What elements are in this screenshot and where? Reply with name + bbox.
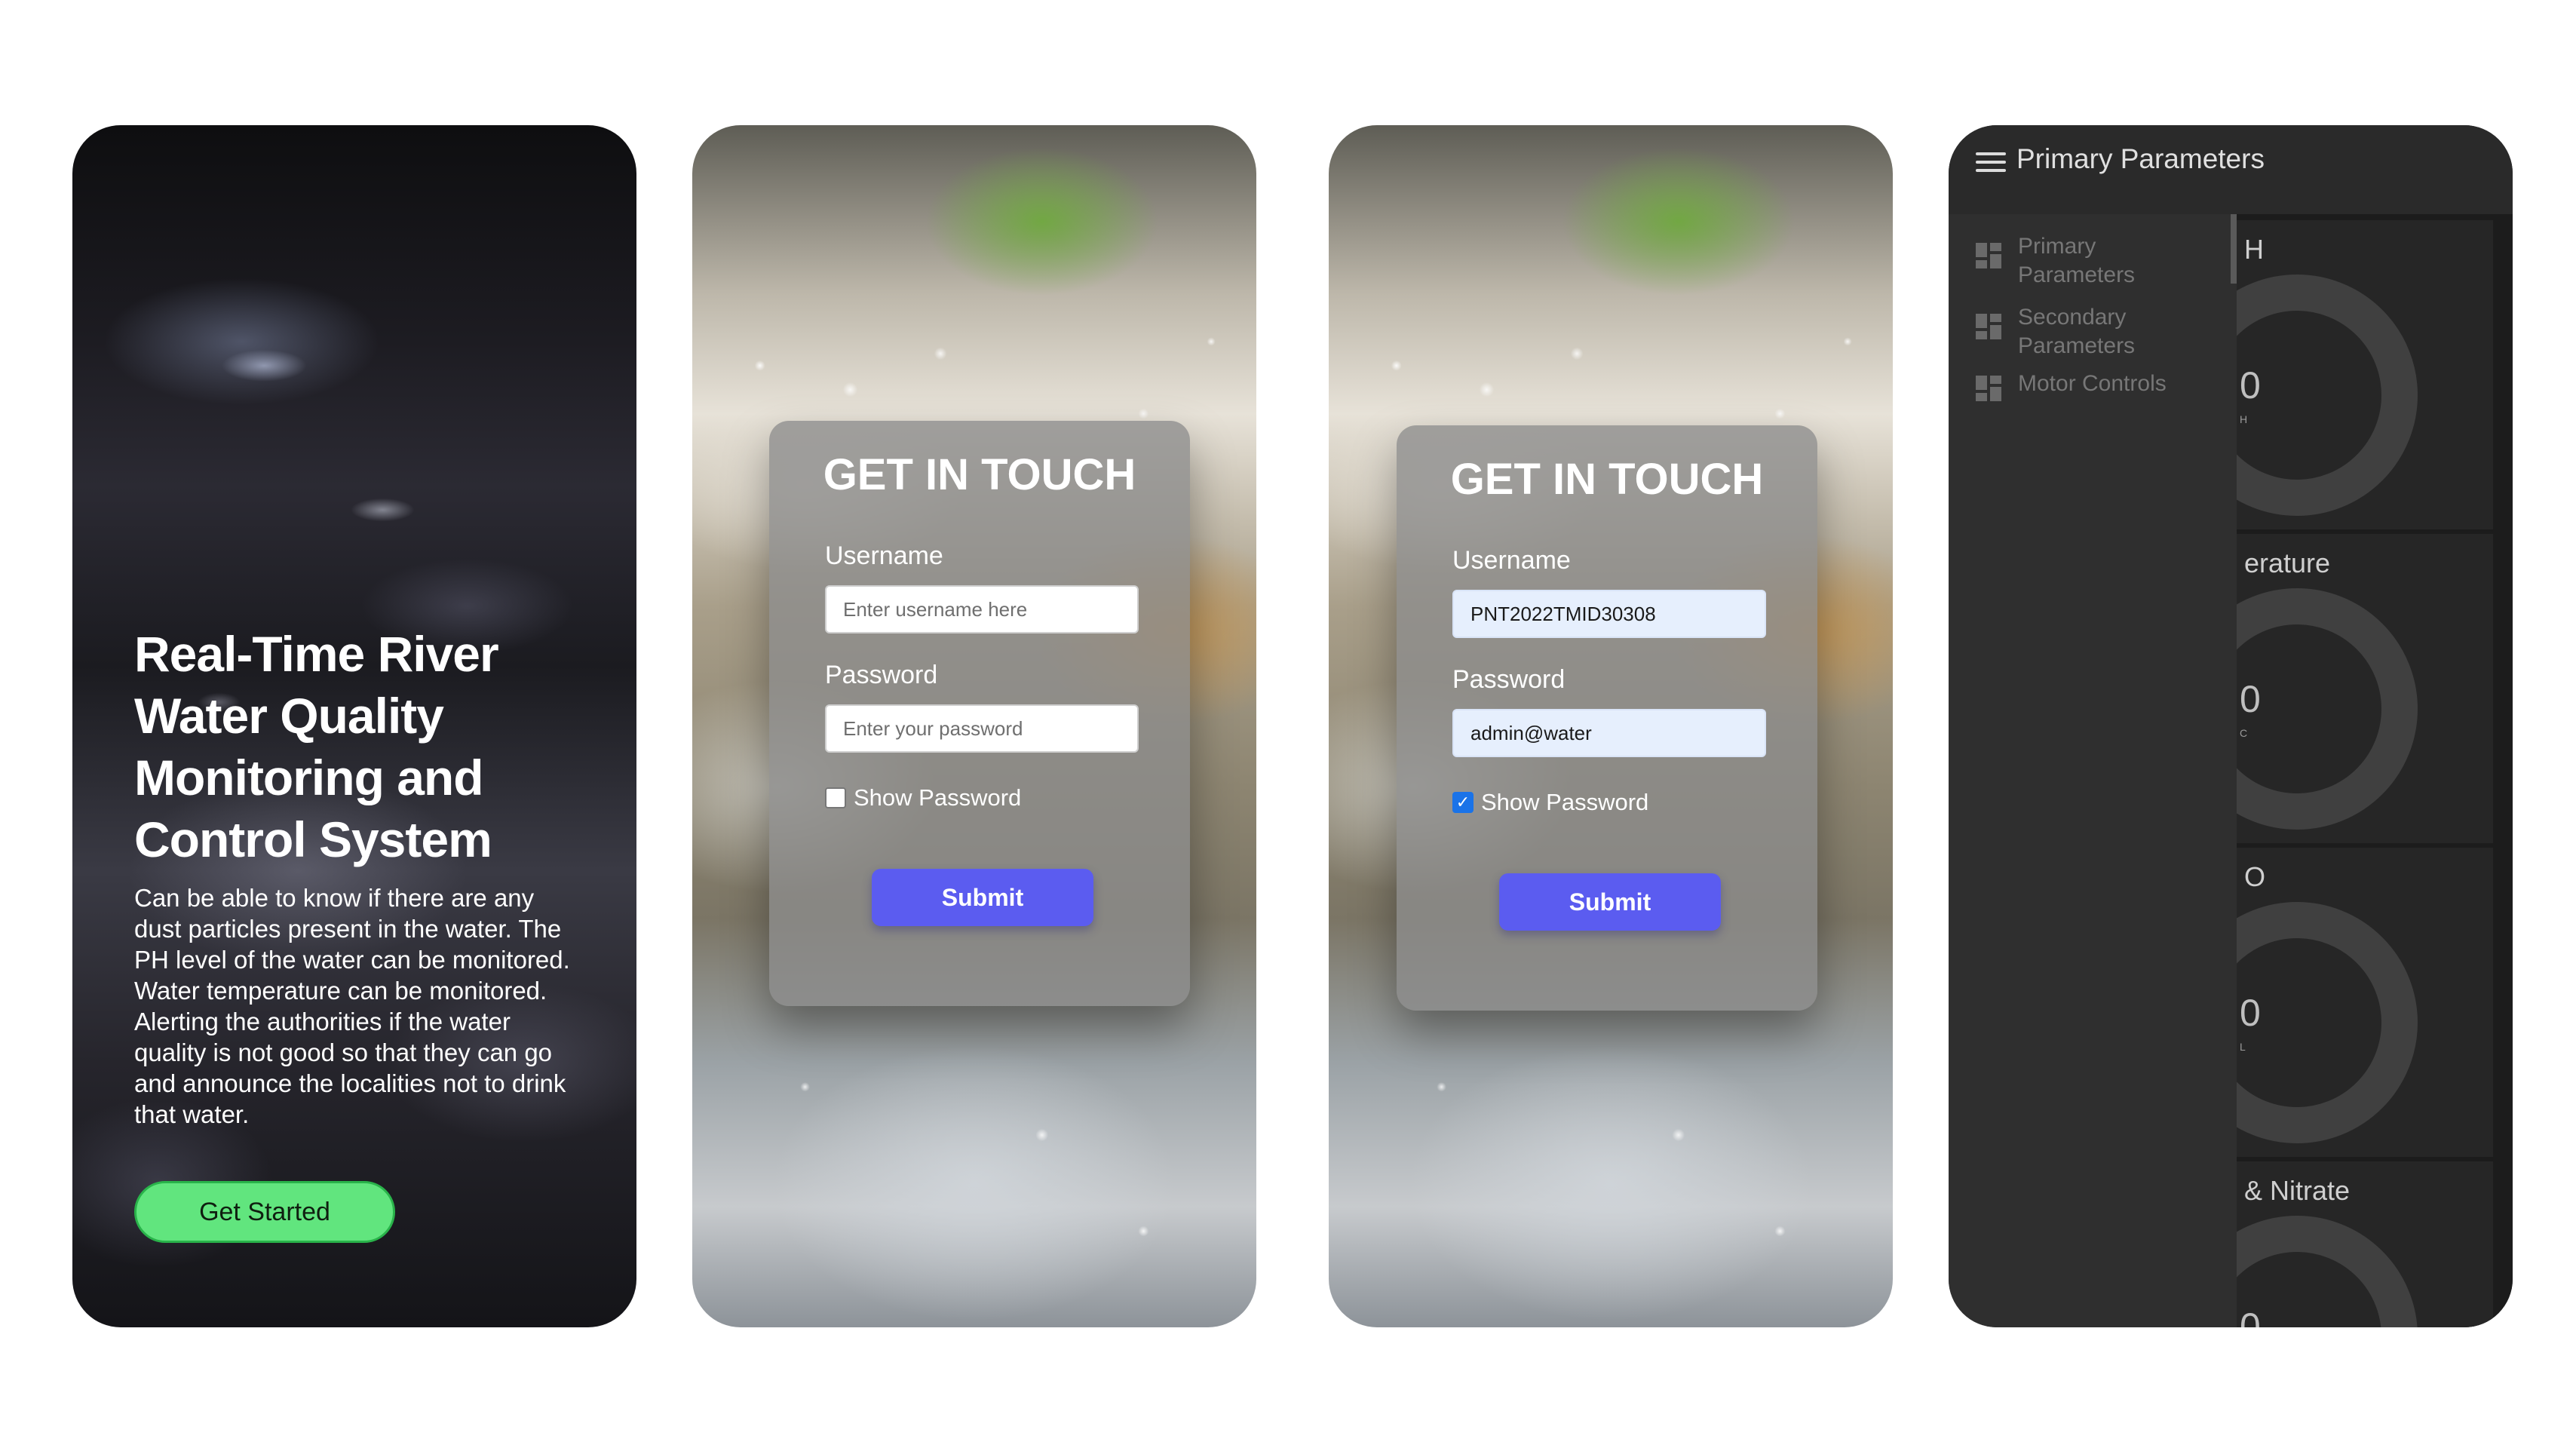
gauge-card: & Nitrate 0 [2176,1161,2493,1327]
username-label: Username [1452,546,1571,575]
gauge-unit: H [2240,413,2248,425]
gauge-value: 0 [2240,1305,2261,1327]
drawer-scrollbar[interactable] [2231,214,2237,284]
password-input[interactable] [825,704,1139,753]
app-title: Primary Parameters [2016,143,2265,174]
drawer-item-primary-parameters[interactable]: Primary Parameters [1976,232,2206,290]
login-card: GET IN TOUCH Username Password Show Pass… [769,421,1190,1006]
gauge-value: 0 [2240,364,2261,406]
gauge-card: H 0 H [2176,220,2493,534]
username-input[interactable] [1452,590,1766,638]
gauge-label: O [2244,861,2266,892]
username-input[interactable] [825,585,1139,634]
show-password-label: Show Password [1481,789,1649,815]
password-label: Password [825,661,938,689]
card-title: GET IN TOUCH [1450,455,1764,504]
gauge-card: erature 0 C [2176,534,2493,848]
password-label: Password [1452,665,1566,694]
drawer-item-secondary-parameters[interactable]: Secondary Parameters [1976,303,2206,360]
gauge-card: O 0 L [2176,848,2493,1161]
gauge-value: 0 [2240,992,2261,1034]
drawer-item-label: Primary Parameters [2018,234,2136,287]
username-label: Username [825,541,943,570]
show-password-checkbox[interactable]: ✓ [1452,792,1474,813]
submit-button[interactable]: Submit [1499,873,1721,931]
drawer-item-label: Motor Controls [2018,371,2167,396]
gauge-value: 0 [2240,678,2261,720]
login-card: GET IN TOUCH Username Password ✓ Show Pa… [1397,425,1817,1011]
submit-button[interactable]: Submit [872,869,1093,926]
gauge-label: & Nitrate [2244,1175,2351,1206]
dashboard-icon [1976,314,2001,339]
login-screen-empty: GET IN TOUCH Username Password Show Pass… [692,125,1256,1327]
show-password-row[interactable]: ✓ Show Password [1452,789,1648,816]
gauge-unit: C [2240,727,2248,739]
gauge-unit: L [2240,1041,2246,1053]
show-password-label: Show Password [854,784,1022,811]
card-title: GET IN TOUCH [823,450,1136,499]
drawer-item-label: Secondary Parameters [2018,305,2136,358]
dashboard-screen: H 0 H erature 0 C O 0 L & Nitrate 0 Prim… [1949,125,2513,1327]
gauge-list: H 0 H erature 0 C O 0 L & Nitrate 0 [2176,214,2513,1327]
app-bar: Primary Parameters [1949,125,2513,214]
gauge-label: H [2244,234,2264,265]
hero-title: Real-Time River Water Quality Monitoring… [134,626,499,867]
menu-icon[interactable] [1976,152,2006,175]
gauge-label: erature [2244,548,2331,578]
hero-description: Can be able to know if there are any dus… [134,884,570,1128]
dashboard-icon [1976,376,2001,401]
dashboard-icon [1976,243,2001,268]
login-screen-filled: GET IN TOUCH Username Password ✓ Show Pa… [1329,125,1893,1327]
show-password-row[interactable]: Show Password [825,784,1021,811]
landing-screen: Real-Time River Water Quality Monitoring… [72,125,636,1327]
navigation-drawer: Primary Parameters Secondary Parameters … [1949,214,2237,1327]
drawer-item-motor-controls[interactable]: Motor Controls [1976,370,2206,401]
show-password-checkbox[interactable] [825,787,846,808]
password-input[interactable] [1452,709,1766,757]
get-started-button[interactable]: Get Started [134,1181,395,1243]
